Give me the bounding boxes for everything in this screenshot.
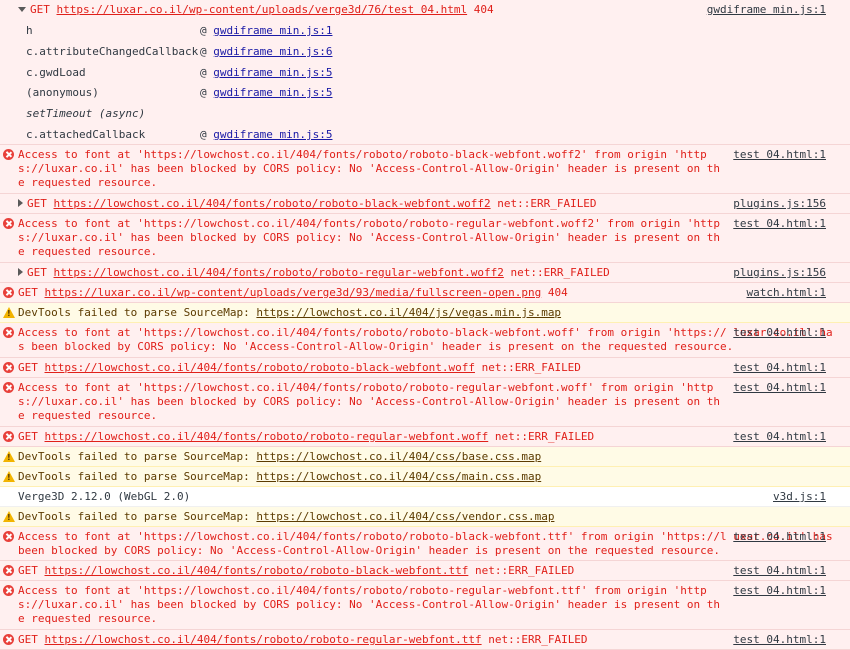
console-error-row[interactable]: Access to font at 'https://lowchost.co.i… (0, 323, 850, 358)
console-error-row[interactable]: GET https://lowchost.co.il/404/fonts/rob… (0, 194, 850, 214)
console-message: GET https://luxar.co.il/wp-content/uploa… (18, 3, 723, 17)
source-link[interactable]: test 04.html:1 (733, 530, 826, 544)
sourcemap-link[interactable]: https://lowchost.co.il/404/css/vendor.cs… (256, 510, 554, 523)
console-message: Access to font at 'https://lowchost.co.i… (18, 530, 840, 557)
warning-icon (3, 307, 15, 318)
devtools-console: GET https://luxar.co.il/wp-content/uploa… (0, 0, 850, 650)
console-warning-row[interactable]: DevTools failed to parse SourceMap: http… (0, 467, 850, 487)
console-message: Verge3D 2.12.0 (WebGL 2.0) (18, 490, 191, 503)
console-error-row[interactable]: Access to font at 'https://lowchost.co.i… (0, 145, 850, 194)
error-icon (3, 149, 14, 160)
console-warning-row[interactable]: DevTools failed to parse SourceMap: http… (0, 507, 850, 527)
source-link[interactable]: test 04.html:1 (733, 430, 826, 444)
console-message: Access to font at 'https://lowchost.co.i… (18, 381, 720, 422)
source-link[interactable]: plugins.js:156 (733, 197, 826, 211)
console-message: GET https://lowchost.co.il/404/fonts/rob… (18, 430, 595, 443)
source-link[interactable]: test 04.html:1 (733, 217, 826, 231)
stack-frame-link[interactable]: gwdiframe min.js:1 (213, 24, 332, 37)
request-url-link[interactable]: https://lowchost.co.il/404/fonts/roboto/… (54, 266, 504, 279)
error-icon (3, 218, 14, 229)
console-error-row[interactable]: GET https://lowchost.co.il/404/fonts/rob… (0, 561, 850, 581)
request-url-link[interactable]: https://lowchost.co.il/404/fonts/roboto/… (45, 430, 489, 443)
console-error-row[interactable]: Access to font at 'https://lowchost.co.i… (0, 581, 850, 630)
console-message: DevTools failed to parse SourceMap: http… (18, 306, 562, 319)
sourcemap-link[interactable]: https://lowchost.co.il/404/css/main.css.… (256, 470, 541, 483)
warning-icon (3, 471, 15, 482)
console-error-row[interactable]: GET https://luxar.co.il/wp-content/uploa… (0, 283, 850, 303)
sourcemap-link[interactable]: https://lowchost.co.il/404/css/base.css.… (256, 450, 541, 463)
console-error-row[interactable]: GET https://luxar.co.il/wp-content/uploa… (0, 0, 850, 145)
warning-icon (3, 511, 15, 522)
stack-frame: c.gwdLoad @ gwdiframe min.js:5 (26, 66, 333, 79)
console-error-row[interactable]: GET https://lowchost.co.il/404/fonts/rob… (0, 427, 850, 447)
console-message: GET https://luxar.co.il/wp-content/uploa… (18, 286, 568, 299)
expand-triangle-icon[interactable] (18, 7, 26, 12)
request-url-link[interactable]: https://lowchost.co.il/404/fonts/roboto/… (45, 633, 482, 646)
source-link[interactable]: test 04.html:1 (733, 148, 826, 162)
source-link[interactable]: test 04.html:1 (733, 633, 826, 647)
stack-frame-link[interactable]: gwdiframe min.js:5 (213, 66, 332, 79)
console-message: GET https://lowchost.co.il/404/fonts/rob… (18, 361, 581, 374)
console-log-row[interactable]: Verge3D 2.12.0 (WebGL 2.0) v3d.js:1 (0, 487, 850, 507)
request-url-link[interactable]: https://lowchost.co.il/404/fonts/roboto/… (45, 361, 475, 374)
console-error-row[interactable]: Access to font at 'https://lowchost.co.i… (0, 214, 850, 263)
console-message: DevTools failed to parse SourceMap: http… (18, 450, 542, 463)
request-url-link[interactable]: https://lowchost.co.il/404/fonts/roboto/… (54, 197, 491, 210)
source-link[interactable]: test 04.html:1 (733, 564, 826, 578)
error-icon (3, 431, 14, 442)
sourcemap-link[interactable]: https://lowchost.co.il/404/js/vegas.min.… (256, 306, 561, 319)
error-icon (3, 287, 14, 298)
expand-triangle-icon[interactable] (18, 268, 23, 276)
stack-frame: h @ gwdiframe min.js:1 (26, 24, 333, 37)
console-message: Access to font at 'https://lowchost.co.i… (18, 584, 720, 625)
source-link[interactable]: test 04.html:1 (733, 584, 826, 598)
console-message: GET https://lowchost.co.il/404/fonts/rob… (18, 197, 723, 211)
error-icon (3, 327, 14, 338)
stack-frame-link[interactable]: gwdiframe min.js:5 (213, 128, 332, 141)
console-error-row[interactable]: GET https://lowchost.co.il/404/fonts/rob… (0, 358, 850, 378)
console-message: GET https://lowchost.co.il/404/fonts/rob… (18, 564, 575, 577)
console-message: DevTools failed to parse SourceMap: http… (18, 470, 542, 483)
console-message: Access to font at 'https://lowchost.co.i… (18, 148, 720, 189)
console-message: Access to font at 'https://lowchost.co.i… (18, 326, 833, 353)
console-message: Access to font at 'https://lowchost.co.i… (18, 217, 727, 258)
console-error-row[interactable]: GET https://lowchost.co.il/404/fonts/rob… (0, 263, 850, 283)
console-error-row[interactable]: GET https://lowchost.co.il/404/fonts/rob… (0, 630, 850, 650)
stack-frame: (anonymous) @ gwdiframe min.js:5 (26, 86, 333, 99)
error-icon (3, 585, 14, 596)
source-link[interactable]: gwdiframe min.js:1 (707, 3, 826, 17)
stack-frame-link[interactable]: gwdiframe min.js:5 (213, 86, 332, 99)
error-icon (3, 634, 14, 645)
source-link[interactable]: test 04.html:1 (733, 361, 826, 375)
stack-frame-link[interactable]: gwdiframe min.js:6 (213, 45, 332, 58)
stack-frame: c.attachedCallback @ gwdiframe min.js:5 (26, 128, 333, 141)
console-error-row[interactable]: Access to font at 'https://lowchost.co.i… (0, 378, 850, 427)
error-icon (3, 565, 14, 576)
console-warning-row[interactable]: DevTools failed to parse SourceMap: http… (0, 447, 850, 467)
warning-icon (3, 451, 15, 462)
console-message: DevTools failed to parse SourceMap: http… (18, 510, 555, 523)
console-warning-row[interactable]: DevTools failed to parse SourceMap: http… (0, 303, 850, 323)
source-link[interactable]: test 04.html:1 (733, 381, 826, 395)
request-url-link[interactable]: https://lowchost.co.il/404/fonts/roboto/… (45, 564, 469, 577)
console-error-row[interactable]: Access to font at 'https://lowchost.co.i… (0, 527, 850, 561)
source-link[interactable]: test 04.html:1 (733, 326, 826, 340)
console-message: GET https://lowchost.co.il/404/fonts/rob… (18, 633, 588, 646)
source-link[interactable]: v3d.js:1 (773, 490, 826, 504)
console-message: GET https://lowchost.co.il/404/fonts/rob… (18, 266, 723, 280)
expand-triangle-icon[interactable] (18, 199, 23, 207)
source-link[interactable]: plugins.js:156 (733, 266, 826, 280)
error-icon (3, 362, 14, 373)
error-icon (3, 382, 14, 393)
source-link[interactable]: watch.html:1 (747, 286, 826, 300)
stack-async-separator: setTimeout (async) (26, 107, 146, 120)
request-url-link[interactable]: https://luxar.co.il/wp-content/uploads/v… (45, 286, 542, 299)
stack-frame: c.attributeChangedCallback @ gwdiframe mi… (26, 45, 333, 58)
request-url-link[interactable]: https://luxar.co.il/wp-content/uploads/v… (57, 3, 468, 16)
error-icon (3, 531, 14, 542)
